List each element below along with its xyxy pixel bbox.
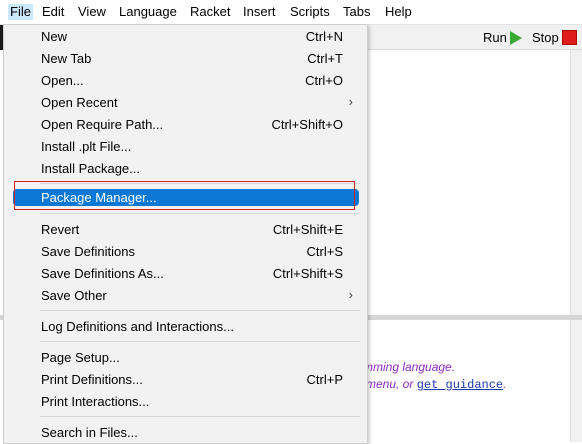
run-label: Run xyxy=(483,30,507,45)
menu-scripts[interactable]: Scripts xyxy=(288,4,332,20)
menu-separator xyxy=(40,341,360,342)
welcome-text-line1: mming language. xyxy=(363,360,456,374)
menu-item-open[interactable]: Open... Ctrl+O xyxy=(5,70,363,92)
menu-edit[interactable]: Edit xyxy=(40,4,66,20)
stop-button[interactable]: Stop xyxy=(532,29,577,46)
menu-item-shortcut: Ctrl+Shift+O xyxy=(271,117,343,132)
menu-item-log-definitions[interactable]: Log Definitions and Interactions... xyxy=(5,316,363,338)
menu-item-revert[interactable]: Revert Ctrl+Shift+E xyxy=(5,219,363,241)
menu-item-label: Save Other xyxy=(41,288,107,303)
menu-item-shortcut: Ctrl+S xyxy=(306,244,343,259)
menu-item-open-require-path[interactable]: Open Require Path... Ctrl+Shift+O xyxy=(5,114,363,136)
welcome-text-line2: menu, or get guidance. xyxy=(366,377,506,392)
menu-item-shortcut: Ctrl+P xyxy=(306,372,343,387)
menu-item-label: Log Definitions and Interactions... xyxy=(41,319,234,334)
menu-bar: File Edit View Language Racket Insert Sc… xyxy=(0,0,582,25)
get-guidance-link[interactable]: get guidance xyxy=(417,378,503,392)
run-icon xyxy=(509,30,522,45)
menu-item-shortcut: Ctrl+T xyxy=(307,51,343,66)
stop-label: Stop xyxy=(532,30,559,45)
menu-item-new[interactable]: New Ctrl+N xyxy=(5,26,363,48)
menu-separator xyxy=(40,416,360,417)
menu-item-label: Open Require Path... xyxy=(41,117,164,132)
menu-help[interactable]: Help xyxy=(383,4,414,20)
menu-item-label: Search in Files... xyxy=(41,425,138,440)
menu-item-label: Install Package... xyxy=(41,161,140,176)
stop-icon xyxy=(561,30,577,45)
menu-item-page-setup[interactable]: Page Setup... xyxy=(5,347,363,369)
menu-item-label: New Tab xyxy=(41,51,92,66)
menu-item-install-package[interactable]: Install Package... xyxy=(5,158,363,180)
menu-item-label: Install .plt File... xyxy=(41,139,132,154)
menu-item-search-in-files[interactable]: Search in Files... xyxy=(5,422,363,444)
menu-separator xyxy=(40,213,360,214)
menu-item-shortcut: Ctrl+O xyxy=(305,73,343,88)
welcome-line2-suffix: . xyxy=(503,377,507,391)
menu-language[interactable]: Language xyxy=(117,4,179,20)
menu-item-new-tab[interactable]: New Tab Ctrl+T xyxy=(5,48,363,70)
menu-item-save-other[interactable]: Save Other › xyxy=(5,285,363,307)
menu-racket[interactable]: Racket xyxy=(188,4,232,20)
interactions-scrollbar[interactable] xyxy=(570,320,582,442)
chevron-right-icon: › xyxy=(348,287,353,302)
menu-item-label: Open... xyxy=(41,73,84,88)
chevron-right-icon: › xyxy=(348,94,353,109)
menu-item-save-definitions-as[interactable]: Save Definitions As... Ctrl+Shift+S xyxy=(5,263,363,285)
menu-item-label: Open Recent xyxy=(41,95,118,110)
file-menu-dropdown: New Ctrl+N New Tab Ctrl+T Open... Ctrl+O… xyxy=(3,24,368,444)
menu-tabs[interactable]: Tabs xyxy=(341,4,372,20)
menu-view[interactable]: View xyxy=(76,4,108,20)
menu-insert[interactable]: Insert xyxy=(241,4,278,20)
menu-item-label: New xyxy=(41,29,68,44)
menu-item-print-interactions[interactable]: Print Interactions... xyxy=(5,391,363,413)
highlight-callout-box xyxy=(14,181,355,210)
menu-item-save-definitions[interactable]: Save Definitions Ctrl+S xyxy=(5,241,363,263)
menu-item-print-definitions[interactable]: Print Definitions... Ctrl+P xyxy=(5,369,363,391)
menu-item-label: Print Interactions... xyxy=(41,394,150,409)
menu-item-label: Save Definitions xyxy=(41,244,135,259)
run-button[interactable]: Run xyxy=(483,29,522,46)
menu-item-label: Revert xyxy=(41,222,80,237)
menu-file[interactable]: File xyxy=(8,4,33,20)
definitions-scrollbar[interactable] xyxy=(570,50,582,315)
menu-item-install-plt[interactable]: Install .plt File... xyxy=(5,136,363,158)
menu-item-shortcut: Ctrl+N xyxy=(305,29,343,44)
menu-item-label: Print Definitions... xyxy=(41,372,143,387)
menu-separator xyxy=(40,310,360,311)
menu-item-shortcut: Ctrl+Shift+S xyxy=(272,266,343,281)
menu-item-label: Save Definitions As... xyxy=(41,266,164,281)
welcome-line2-prefix: menu, or xyxy=(366,377,417,391)
menu-item-shortcut: Ctrl+Shift+E xyxy=(272,222,343,237)
menu-item-open-recent[interactable]: Open Recent › xyxy=(5,92,363,114)
menu-item-label: Page Setup... xyxy=(41,350,120,365)
